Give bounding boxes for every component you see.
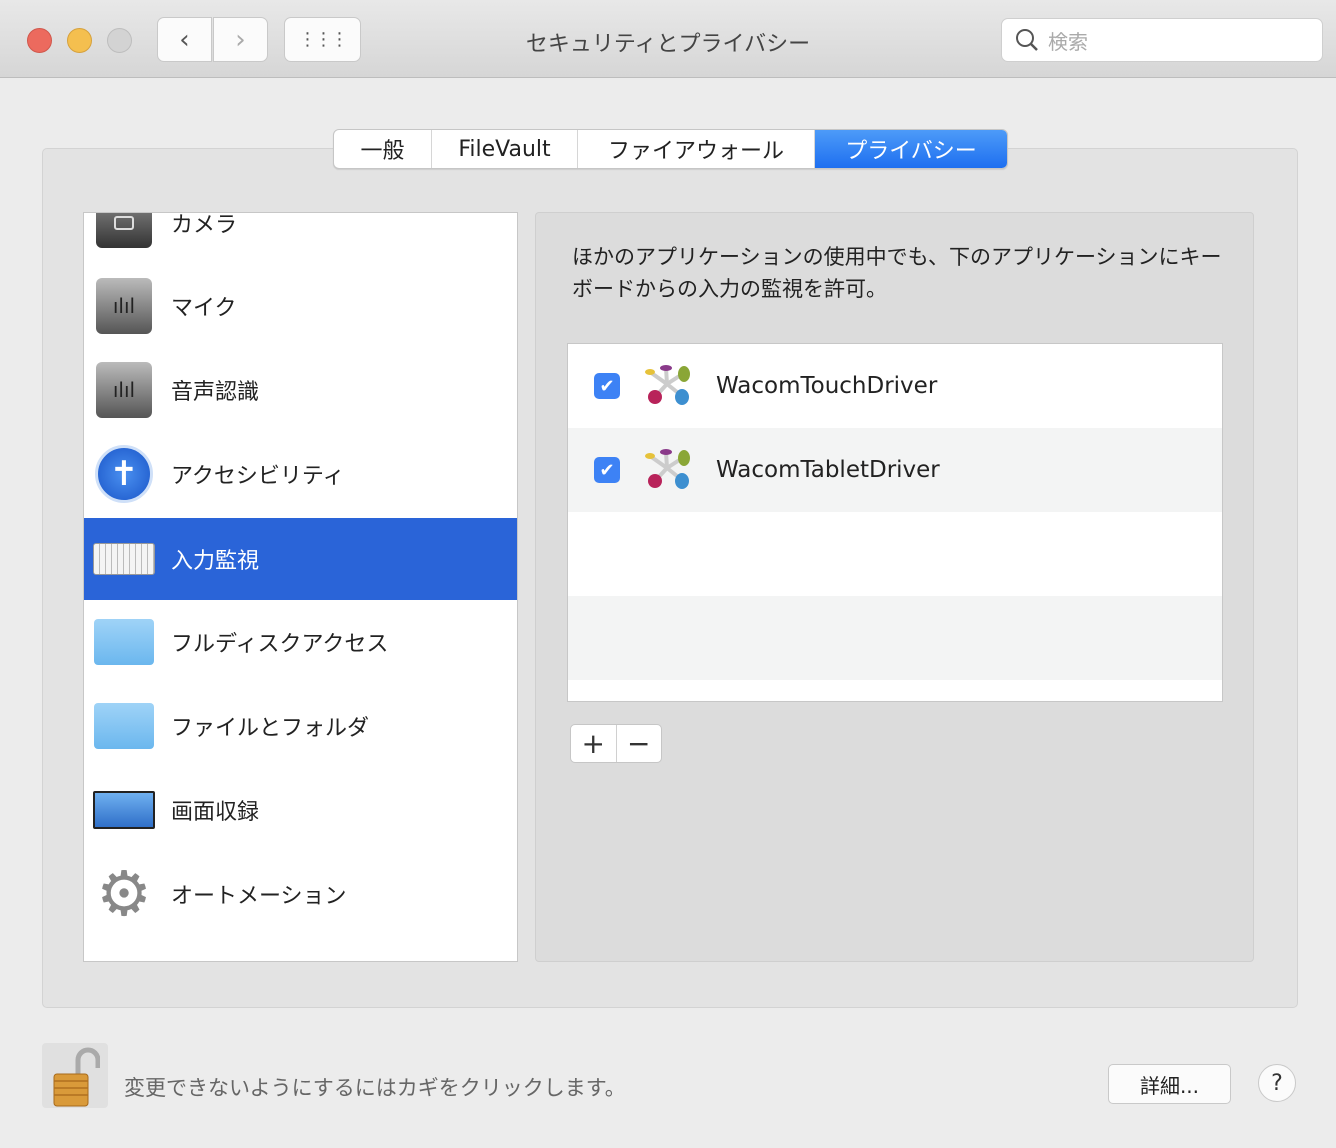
sidebar-item-screen-recording[interactable]: 画面収録: [84, 768, 517, 852]
wacom-icon: [645, 365, 690, 405]
detail-pane: ほかのアプリケーションの使用中でも、下のアプリケーションにキーボードからの入力の…: [535, 212, 1254, 962]
camera-icon: [93, 213, 155, 252]
sidebar-item-label: マイク: [171, 296, 237, 321]
remove-button[interactable]: −: [617, 725, 662, 762]
folder-icon: [93, 697, 155, 755]
search-placeholder: 検索: [1048, 29, 1088, 54]
sidebar-item-automation[interactable]: ⚙ オートメーション: [84, 852, 517, 936]
add-remove-control: + −: [570, 724, 662, 763]
sidebar-item-input-monitoring[interactable]: 入力監視: [84, 518, 517, 600]
sidebar-item-label: アクセシビリティ: [171, 464, 345, 489]
tab-bar: 一般 FileVault ファイアウォール プライバシー: [333, 129, 1008, 169]
description-text: ほかのアプリケーションの使用中でも、下のアプリケーションにキーボードからの入力の…: [572, 245, 1222, 301]
details-button[interactable]: 詳細...: [1108, 1064, 1231, 1104]
app-list: ✔ WacomTouchDriver ✔ WacomTabletDriver: [567, 343, 1223, 702]
empty-row: [568, 596, 1222, 680]
search-input[interactable]: 検索: [1001, 18, 1323, 62]
sidebar-item-label: オートメーション: [171, 884, 347, 909]
app-checkbox[interactable]: ✔: [594, 373, 620, 399]
sidebar-item-label: フルディスクアクセス: [171, 632, 389, 657]
sidebar-item-accessibility[interactable]: ✝ アクセシビリティ: [84, 432, 517, 516]
lock-button[interactable]: [42, 1043, 108, 1108]
keyboard-icon: [93, 530, 155, 588]
speech-recognition-icon: ılıl: [93, 361, 155, 419]
sidebar-item-label: 画面収録: [171, 800, 260, 825]
app-name: WacomTabletDriver: [716, 457, 940, 483]
title-bar: ‹ › ⋮⋮⋮ セキュリティとプライバシー 検索: [0, 0, 1336, 78]
folder-icon: [93, 613, 155, 671]
app-row[interactable]: ✔ WacomTouchDriver: [568, 344, 1222, 428]
sidebar-item-label: ファイルとフォルダ: [171, 716, 370, 741]
unlocked-padlock-icon: [53, 1047, 100, 1107]
accessibility-icon: ✝: [93, 445, 155, 503]
tab-general[interactable]: 一般: [334, 130, 432, 168]
privacy-category-list: カメラ ılıl マイク ılıl 音声認識 ✝ アクセシビリティ 入力監視 フルディ…: [83, 212, 518, 962]
sidebar-item-label: 入力監視: [171, 549, 260, 574]
sidebar-item-speech-recognition[interactable]: ılıl 音声認識: [84, 348, 517, 432]
sidebar-item-camera[interactable]: カメラ: [84, 213, 517, 265]
gear-icon: ⚙: [96, 857, 152, 930]
search-icon: [1016, 29, 1038, 51]
lock-hint-text: 変更できないようにするにはカギをクリックします。: [124, 1076, 626, 1100]
wacom-icon: [645, 449, 690, 489]
tab-privacy[interactable]: プライバシー: [815, 130, 1007, 168]
app-checkbox[interactable]: ✔: [594, 457, 620, 483]
app-name: WacomTouchDriver: [716, 373, 938, 399]
microphone-icon: ılıl: [93, 277, 155, 335]
display-icon: [93, 781, 155, 839]
help-button[interactable]: ?: [1258, 1064, 1296, 1102]
sidebar-item-files-and-folders[interactable]: ファイルとフォルダ: [84, 684, 517, 768]
sidebar-item-label: カメラ: [171, 213, 238, 238]
sidebar-item-full-disk-access[interactable]: フルディスクアクセス: [84, 600, 517, 684]
empty-row: [568, 512, 1222, 596]
sidebar-item-label: 音声認識: [171, 380, 260, 405]
sidebar-item-microphone[interactable]: ılıl マイク: [84, 264, 517, 348]
tab-filevault[interactable]: FileVault: [432, 130, 578, 168]
tab-firewall[interactable]: ファイアウォール: [578, 130, 815, 168]
add-button[interactable]: +: [571, 725, 617, 762]
app-row[interactable]: ✔ WacomTabletDriver: [568, 428, 1222, 512]
